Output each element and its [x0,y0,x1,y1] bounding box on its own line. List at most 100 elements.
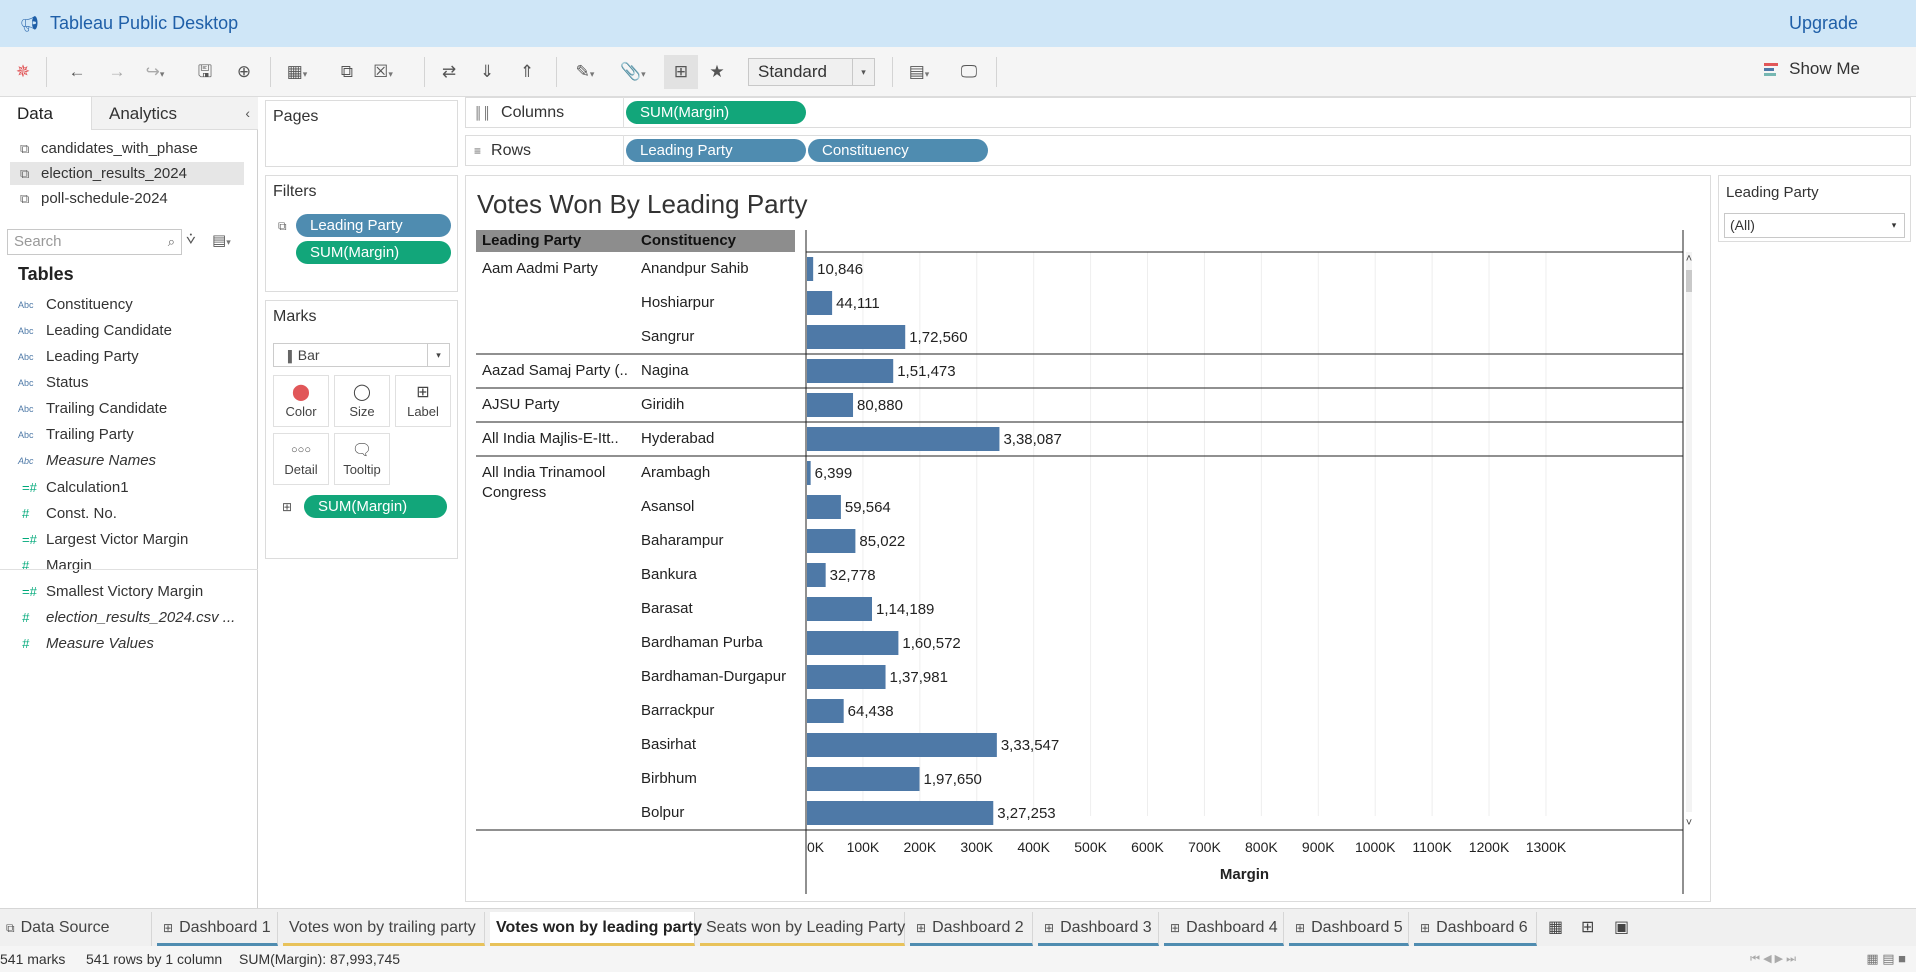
datasource-item[interactable]: ⧉ poll-schedule-2024 [10,187,244,210]
measure-field[interactable]: # Measure Values [18,632,154,656]
dimension-field[interactable]: Abc Trailing Party [18,423,134,447]
rows-icon: ≡ [474,144,482,158]
sort-ascending-icon[interactable]: ⇓ [476,59,498,85]
group-icon[interactable]: 📎▾ [620,59,646,85]
sheet-tabs: ⧉ Data Source ⊞ Dashboard 1 Votes won by tra… [0,908,1916,946]
swap-icon[interactable]: ⇄ [438,59,460,85]
constituency-label: Arambagh [641,464,710,481]
bar-value-label: 85,022 [859,533,905,550]
duplicate-sheet-icon[interactable]: ⧉ [336,59,358,85]
sheet-tab[interactable]: ⊞ Dashboard 6 [1414,912,1537,946]
dimension-field[interactable]: Abc Status [18,371,89,395]
leading-party-quick-filter: Leading Party (All) ▾ [1718,175,1911,242]
party-label: All India Majlis-E-Itt.. [482,430,619,447]
rows-pill[interactable]: Leading Party [626,139,806,162]
scrollbar-thumb[interactable] [1686,270,1692,292]
sheet-tab[interactable]: ⊞ Dashboard 3 [1038,912,1159,946]
rows-label-text: Rows [491,142,532,159]
search-input[interactable]: Search ⌕ [7,229,182,255]
new-worksheet-icon[interactable]: ▦▾ [286,59,308,85]
color-button[interactable]: ⬤ Color [273,375,329,427]
sheet-tab[interactable]: ⊞ Dashboard 2 [910,912,1033,946]
view-options-icon[interactable]: ▤▾ [212,231,231,249]
string-type-icon: Abc [18,456,34,466]
filter-icon[interactable]: ⩒ [186,231,196,249]
clear-sheet-icon[interactable]: ☒▾ [372,59,394,85]
view-mode-select[interactable]: Standard ▾ [748,58,875,86]
dashboard-icon: ⊞ [1295,921,1306,935]
sheet-tab[interactable]: Votes won by trailing party [283,912,485,946]
bar-value-label: 6,399 [815,465,853,482]
dimension-field[interactable]: Abc Constituency [18,293,133,317]
replay-icon[interactable]: ↪▾ [144,59,166,85]
columns-pill[interactable]: SUM(Margin) [626,101,806,124]
mark-type-select[interactable]: ▐ Bar ▾ [273,343,450,367]
new-story-icon[interactable]: ▣ [1608,912,1638,946]
tableau-logo-icon[interactable]: ✵ [12,59,34,85]
dimension-field[interactable]: Abc Leading Party [18,345,139,369]
measure-field[interactable]: =# Smallest Victory Margin [18,580,203,604]
detail-button[interactable]: ○○○ Detail [273,433,329,485]
page-nav-icon[interactable]: ⏮ ◀ ▶ ⏭ [1750,946,1796,972]
measure-field[interactable]: =# Calculation1 [18,476,129,500]
sort-descending-icon[interactable]: ⇑ [516,59,538,85]
upgrade-link[interactable]: Upgrade [1789,13,1858,34]
bar-value-label: 3,27,253 [997,805,1055,822]
viz-area: Votes Won By Leading Party Leading Party… [465,175,1711,902]
constituency-label: Birbhum [641,770,697,787]
tooltip-button[interactable]: 🗨 Tooltip [334,433,390,485]
grid-view-icon[interactable]: ▦ ▤ ■ [1866,946,1906,972]
sheet-tab[interactable]: ⊞ Dashboard 1 [157,912,278,946]
sheet-tab[interactable]: ⊞ Dashboard 5 [1289,912,1409,946]
bar [807,733,997,757]
dimension-field[interactable]: Abc Leading Candidate [18,319,172,343]
constituency-label: Bardhaman-Durgapur [641,668,786,685]
tab-data-source[interactable]: ⧉ Data Source [0,912,152,946]
scrollbar[interactable] [1686,252,1692,812]
new-datasource-icon[interactable]: ⊕ [233,59,255,85]
new-worksheet-icon[interactable]: ▦ [1542,912,1572,946]
tab-analytics[interactable]: Analytics ‹ [92,97,258,130]
fit-icon[interactable]: ▤▾ [908,59,930,85]
bar-value-label: 80,880 [857,397,903,414]
x-tick-label: 1300K [1526,839,1567,855]
pin-icon[interactable]: ★ [706,59,728,85]
sheet-tab[interactable]: ⊞ Dashboard 4 [1164,912,1284,946]
bar-value-label: 64,438 [848,703,894,720]
toolbar: ✵ ← → ↪▾ 🖫 ⊕ ▦▾ ⧉ ☒▾ ⇄ ⇓ ⇑ ✎▾ 📎▾ ⊞ ★ Sta… [0,47,1916,97]
datasource-item[interactable]: ⧉ election_results_2024 [10,162,244,185]
sheet-tab[interactable]: Seats won by Leading Party [700,912,905,946]
rows-pill[interactable]: Constituency [808,139,988,162]
undo-icon[interactable]: ← [66,59,88,85]
quick-filter-title: Leading Party [1726,184,1819,201]
presentation-icon[interactable]: 🖵 [958,59,980,85]
show-me-button[interactable]: Show Me [1764,59,1860,79]
x-axis-title: Margin [1220,866,1269,883]
datasource-item[interactable]: ⧉ candidates_with_phase [10,137,244,160]
filter-pill[interactable]: SUM(Margin) [296,241,451,264]
measure-field[interactable]: # Margin [18,554,92,578]
dimension-field[interactable]: Abc Trailing Candidate [18,397,167,421]
save-icon[interactable]: 🖫 [194,59,216,85]
redo-icon[interactable]: → [106,59,128,85]
label-button[interactable]: ⊞ Label [395,375,451,427]
constituency-label: Basirhat [641,736,697,753]
highlight-icon[interactable]: ✎▾ [574,59,596,85]
sheet-tab[interactable]: Votes won by leading party [490,912,702,946]
tab-data[interactable]: Data [0,97,92,130]
string-type-icon: Abc [18,404,34,414]
dimension-field[interactable]: Abc Measure Names [18,449,156,473]
measure-field[interactable]: =# Largest Victor Margin [18,528,188,552]
collapse-icon[interactable]: ‹ [245,97,250,130]
x-tick-label: 1100K [1412,839,1452,855]
size-button[interactable]: ◯ Size [334,375,390,427]
bar [807,495,841,519]
new-dashboard-icon[interactable]: ⊞ [1575,912,1605,946]
quick-filter-select[interactable]: (All) ▾ [1724,213,1905,238]
show-labels-icon[interactable]: ⊞ [664,55,698,89]
number-type-icon: # [22,610,30,625]
filter-pill[interactable]: Leading Party [296,214,451,237]
label-pill[interactable]: SUM(Margin) [304,495,447,518]
measure-field[interactable]: # election_results_2024.csv ... [18,606,235,630]
measure-field[interactable]: # Const. No. [18,502,117,526]
